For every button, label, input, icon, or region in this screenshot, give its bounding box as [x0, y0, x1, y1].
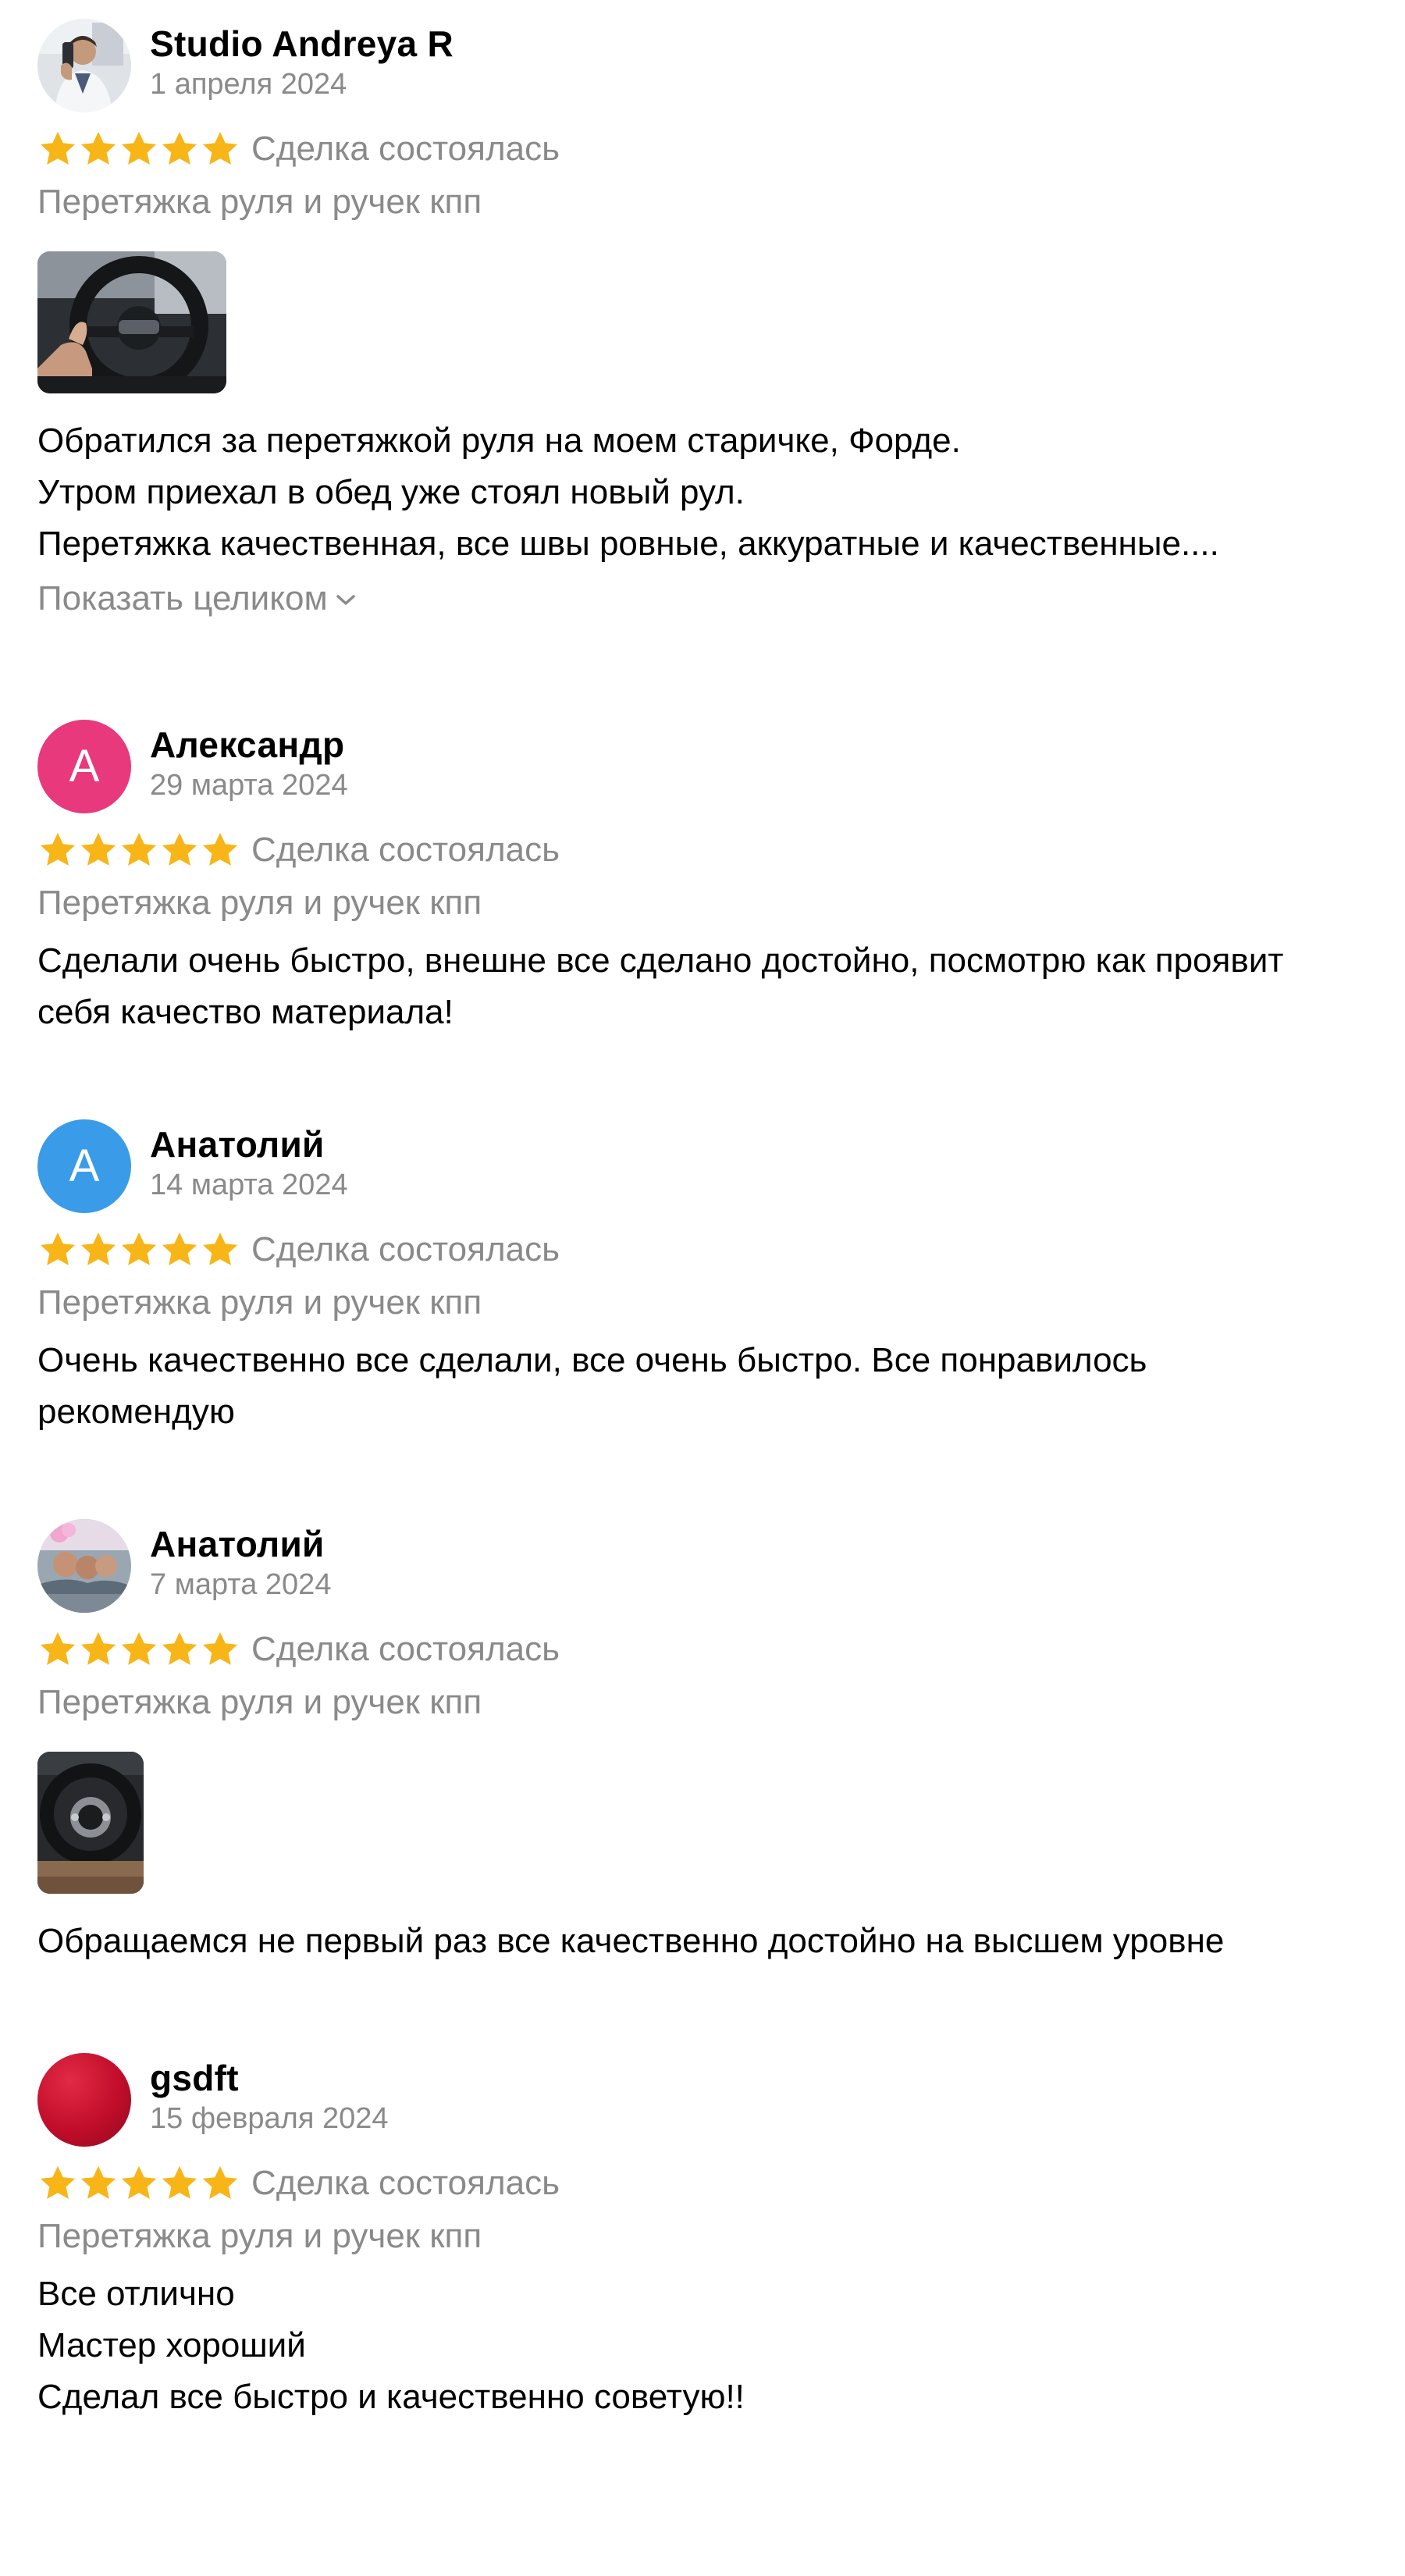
- service-name: Перетяжка руля и ручек кпп: [37, 183, 482, 221]
- avatar[interactable]: А: [37, 720, 131, 813]
- review-photo[interactable]: [37, 1752, 144, 1894]
- star-icon: [80, 1232, 116, 1265]
- rating-row: Сделка состоялась: [37, 1624, 1368, 1675]
- author-name[interactable]: Анатолий: [150, 1123, 348, 1166]
- review-text: Очень качественно все сделали, все очень…: [37, 1335, 1368, 1438]
- review-text-line: Сделал все быстро и качественно советую!…: [37, 2378, 745, 2416]
- avatar[interactable]: [37, 2053, 131, 2147]
- review-header: А Александр 29 марта 2024: [37, 720, 1368, 815]
- star-rating: [37, 2163, 240, 2204]
- review-text-line: Очень качественно все сделали, все очень…: [37, 1341, 1147, 1379]
- review-text: Сделали очень быстро, внешне все сделано…: [37, 935, 1368, 1038]
- review-header: А Анатолий 14 марта 2024: [37, 1119, 1368, 1215]
- deal-status: Сделка состоялась: [251, 1630, 560, 1668]
- review-text: Обращаемся не первый раз все качественно…: [37, 1916, 1368, 1967]
- star-icon: [40, 832, 76, 866]
- review-text-line: Мастер хороший: [37, 2326, 306, 2364]
- review-text-line: Все отлично: [37, 2275, 235, 2313]
- star-icon: [202, 832, 238, 866]
- avatar[interactable]: [37, 19, 131, 112]
- star-icon: [162, 1232, 197, 1265]
- star-icon: [121, 1232, 157, 1265]
- star-rating: [37, 1629, 240, 1670]
- review-text-line: себя качество материала!: [37, 993, 454, 1031]
- review-text-line: рекомендую: [37, 1393, 235, 1431]
- review-card: Анатолий 7 марта 2024 Сделка состоялась …: [37, 1519, 1368, 1967]
- review-photo[interactable]: [37, 251, 226, 393]
- star-icon: [202, 1232, 238, 1265]
- author-name[interactable]: Александр: [150, 723, 348, 767]
- avatar-letter: А: [69, 741, 100, 792]
- star-icon: [202, 131, 238, 165]
- star-icon: [80, 2165, 116, 2199]
- review-date: 15 февраля 2024: [150, 2102, 389, 2135]
- review-date: 29 марта 2024: [150, 769, 348, 802]
- rating-row: Сделка состоялась: [37, 824, 1368, 876]
- review-header: Studio Andreya R 1 апреля 2024: [37, 19, 1368, 114]
- star-rating: [37, 830, 240, 870]
- rating-row: Сделка состоялась: [37, 1224, 1368, 1276]
- review-date: 7 марта 2024: [150, 1568, 332, 1601]
- service-name: Перетяжка руля и ручек кпп: [37, 884, 482, 922]
- author-name[interactable]: Анатолий: [150, 1522, 331, 1566]
- star-icon: [40, 131, 76, 165]
- star-icon: [162, 2165, 197, 2199]
- review-text-line: Перетяжка качественная, все швы ровные, …: [37, 525, 1219, 563]
- star-rating: [37, 1229, 240, 1270]
- star-icon: [162, 1631, 197, 1665]
- star-icon: [202, 2165, 238, 2199]
- review-text-line: Обратился за перетяжкой руля на моем ста…: [37, 422, 961, 460]
- deal-status: Сделка состоялась: [251, 130, 560, 168]
- review-text-line: Сделали очень быстро, внешне все сделано…: [37, 941, 1284, 980]
- avatar-photo-icon: [37, 1519, 131, 1613]
- star-icon: [202, 1631, 238, 1665]
- review-card: Studio Andreya R 1 апреля 2024 Сделка со…: [37, 19, 1368, 626]
- star-icon: [162, 832, 197, 866]
- service-name: Перетяжка руля и ручек кпп: [37, 1683, 482, 1721]
- star-icon: [40, 1232, 76, 1265]
- review-date: 1 апреля 2024: [150, 68, 347, 101]
- star-icon: [162, 131, 197, 165]
- deal-status: Сделка состоялась: [251, 1230, 560, 1268]
- author-name[interactable]: Studio Andreya R: [150, 22, 454, 66]
- star-icon: [80, 1631, 116, 1665]
- deal-status: Сделка состоялась: [251, 2164, 560, 2202]
- star-icon: [40, 1631, 76, 1665]
- review-card: А Анатолий 14 марта 2024 Сделка состояла…: [37, 1119, 1368, 1438]
- author-name[interactable]: gsdft: [150, 2056, 389, 2100]
- review-card: А Александр 29 марта 2024 Сделка состоял…: [37, 720, 1368, 1038]
- deal-status: Сделка состоялась: [251, 831, 560, 869]
- review-header: gsdft 15 февраля 2024: [37, 2053, 1368, 2148]
- star-icon: [121, 1631, 157, 1665]
- review-text: Обратился за перетяжкой руля на моем ста…: [37, 415, 1368, 570]
- service-name: Перетяжка руля и ручек кпп: [37, 2217, 482, 2255]
- star-rating: [37, 129, 240, 169]
- star-icon: [40, 2165, 76, 2199]
- star-icon: [121, 2165, 157, 2199]
- avatar[interactable]: [37, 1519, 131, 1613]
- rating-row: Сделка состоялась: [37, 2158, 1368, 2209]
- show-full-label: Показать целиком: [37, 579, 328, 617]
- show-full-button[interactable]: Показать целиком: [37, 571, 356, 626]
- star-icon: [80, 131, 116, 165]
- avatar-photo-icon: [37, 19, 131, 112]
- star-icon: [80, 832, 116, 866]
- review-header: Анатолий 7 марта 2024: [37, 1519, 1368, 1614]
- rating-row: Сделка состоялась: [37, 123, 1368, 175]
- chevron-down-icon: [336, 595, 355, 605]
- review-text-line: Обращаемся не первый раз все качественно…: [37, 1922, 1225, 1960]
- star-icon: [121, 131, 157, 165]
- avatar[interactable]: А: [37, 1119, 131, 1213]
- review-date: 14 марта 2024: [150, 1169, 348, 1201]
- review-card: gsdft 15 февраля 2024 Сделка состоялась …: [37, 2053, 1368, 2423]
- review-text-line: Утром приехал в обед уже стоял новый рул…: [37, 473, 745, 511]
- service-name: Перетяжка руля и ручек кпп: [37, 1283, 482, 1322]
- steering-wheel-photo-icon: [37, 251, 226, 393]
- star-icon: [121, 832, 157, 866]
- reviews-page: Studio Andreya R 1 апреля 2024 Сделка со…: [0, 0, 1405, 2576]
- review-text: Все отлично Мастер хороший Сделал все бы…: [37, 2268, 1368, 2423]
- steering-wheel-photo-icon: [37, 1752, 144, 1894]
- avatar-letter: А: [69, 1140, 100, 1191]
